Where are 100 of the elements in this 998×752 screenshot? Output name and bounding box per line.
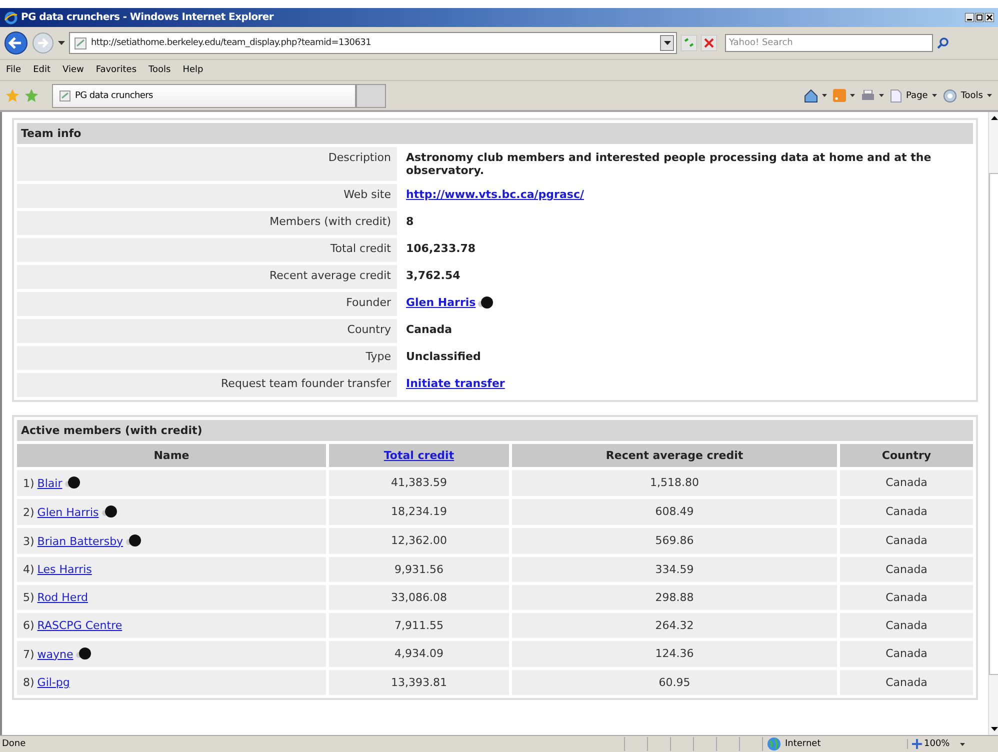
- link[interactable]: wayne: [37, 648, 74, 660]
- link[interactable]: Glen Harris: [37, 506, 99, 518]
- field-value: 3,762.54: [406, 269, 460, 282]
- window-title: PG data crunchers - Windows Internet Explorer: [21, 12, 274, 23]
- menu-item[interactable]: Favorites: [96, 65, 137, 75]
- link[interactable]: Glen Harris: [406, 296, 476, 309]
- table-cell: Canada: [886, 619, 928, 632]
- dropdown-icon[interactable]: [58, 40, 65, 46]
- field-value: Unclassified: [406, 350, 481, 363]
- caret-icon[interactable]: [932, 94, 937, 97]
- caret-icon[interactable]: [879, 94, 884, 97]
- table-cell: Canada: [886, 676, 928, 689]
- menu-item[interactable]: File: [6, 65, 22, 75]
- column-header: Country: [882, 449, 932, 462]
- page-icon: [59, 90, 71, 102]
- table-cell: Canada: [886, 505, 928, 518]
- toolbar-button[interactable]: Page: [906, 90, 928, 100]
- field-label: Type: [17, 346, 397, 370]
- link[interactable]: Gil-pg: [37, 676, 70, 689]
- status-text: Done: [2, 739, 27, 749]
- gear-icon[interactable]: [942, 88, 957, 102]
- field-label: Web site: [17, 184, 397, 208]
- field-label: Description: [17, 147, 397, 181]
- search-field[interactable]: Yahoo! Search: [725, 34, 933, 52]
- caret-icon[interactable]: [960, 742, 965, 746]
- address-field[interactable]: http://setiathome.berkeley.edu/team_display.php?teamid=130631: [69, 32, 677, 54]
- link[interactable]: RASCPG Centre: [37, 619, 122, 632]
- page-icon: [74, 36, 87, 50]
- menu-item[interactable]: Tools: [148, 65, 171, 75]
- field-value: Canada: [406, 323, 452, 336]
- field-label: Members (with credit): [17, 211, 397, 235]
- table-cell: 4,934.09: [394, 647, 444, 660]
- link[interactable]: Initiate transfer: [406, 377, 505, 390]
- caret-icon: [664, 40, 670, 46]
- toolbar-button[interactable]: Tools: [960, 90, 983, 100]
- close-icon[interactable]: [985, 13, 994, 22]
- profile-icon: [126, 534, 142, 548]
- section-header: Team info: [17, 123, 973, 144]
- table-cell: 60.95: [658, 676, 690, 689]
- table-cell: 334.59: [655, 563, 694, 576]
- minimize-icon[interactable]: [965, 13, 974, 22]
- rank-number: 1): [23, 476, 34, 490]
- scroll-down-icon[interactable]: [990, 727, 998, 731]
- caret-icon[interactable]: [850, 94, 856, 97]
- table-cell: 264.32: [655, 619, 694, 632]
- table-cell: 9,931.56: [394, 563, 444, 576]
- caret-icon[interactable]: [822, 94, 828, 97]
- menu-item[interactable]: Edit: [33, 65, 50, 75]
- browser-logo-icon: [4, 10, 18, 24]
- table-cell: Canada: [886, 647, 928, 660]
- home-icon[interactable]: [804, 88, 818, 102]
- table-cell: 13,393.81: [391, 676, 447, 689]
- table-cell: Canada: [886, 476, 928, 489]
- profile-icon: [65, 476, 82, 490]
- back-icon[interactable]: [4, 31, 28, 55]
- scroll-thumb[interactable]: [989, 172, 998, 674]
- menu-item[interactable]: View: [62, 65, 84, 75]
- table-cell: 298.88: [655, 591, 694, 604]
- link[interactable]: http://www.vts.bc.ca/pgrasc/: [406, 188, 584, 201]
- zoom-control[interactable]: 100%: [907, 739, 960, 749]
- globe-icon: [767, 737, 781, 751]
- zoom-icon: [912, 739, 922, 749]
- stop-icon[interactable]: [701, 35, 717, 51]
- table-cell: Canada: [886, 591, 928, 604]
- field-value: 8: [406, 215, 414, 228]
- caret-icon[interactable]: [987, 94, 992, 97]
- rank-number: 7): [23, 648, 34, 660]
- column-header: Recent average credit: [606, 449, 744, 462]
- field-label: Country: [17, 319, 397, 343]
- table-cell: 124.36: [655, 647, 694, 660]
- column-header: Name: [154, 449, 190, 462]
- search-icon[interactable]: [937, 37, 949, 49]
- table-cell: Canada: [886, 563, 928, 576]
- zone-label: Internet: [785, 739, 821, 749]
- link[interactable]: Brian Battersby: [37, 534, 124, 548]
- rank-number: 3): [23, 534, 34, 548]
- dropdown-button[interactable]: [660, 35, 674, 51]
- scroll-up-icon[interactable]: [990, 116, 998, 120]
- profile-icon: [76, 647, 92, 661]
- browser-tab[interactable]: PG data crunchers: [52, 84, 356, 108]
- table-cell: 1,518.80: [650, 476, 699, 489]
- profile-icon: [102, 505, 118, 519]
- field-label: Recent average credit: [17, 265, 397, 289]
- scrollbar[interactable]: [988, 112, 998, 735]
- restore-icon[interactable]: [975, 13, 984, 22]
- link[interactable]: Les Harris: [37, 563, 92, 576]
- link[interactable]: Blair: [37, 476, 62, 490]
- profile-icon: [478, 296, 494, 310]
- rank-number: 2): [23, 506, 34, 518]
- table-cell: 7,911.55: [394, 619, 444, 632]
- star-icon[interactable]: [6, 89, 19, 102]
- field-label: Total credit: [17, 238, 397, 262]
- link[interactable]: Rod Herd: [37, 591, 88, 604]
- field-value: Astronomy club members and interested people processing data at home and at the observatory.: [406, 151, 932, 177]
- table-cell: 569.86: [655, 534, 694, 547]
- table-cell: 18,234.19: [391, 505, 447, 518]
- table-cell: 608.49: [655, 505, 694, 518]
- table-cell: Canada: [886, 534, 928, 547]
- field-label: Founder: [17, 292, 397, 316]
- menu-item[interactable]: Help: [182, 65, 204, 75]
